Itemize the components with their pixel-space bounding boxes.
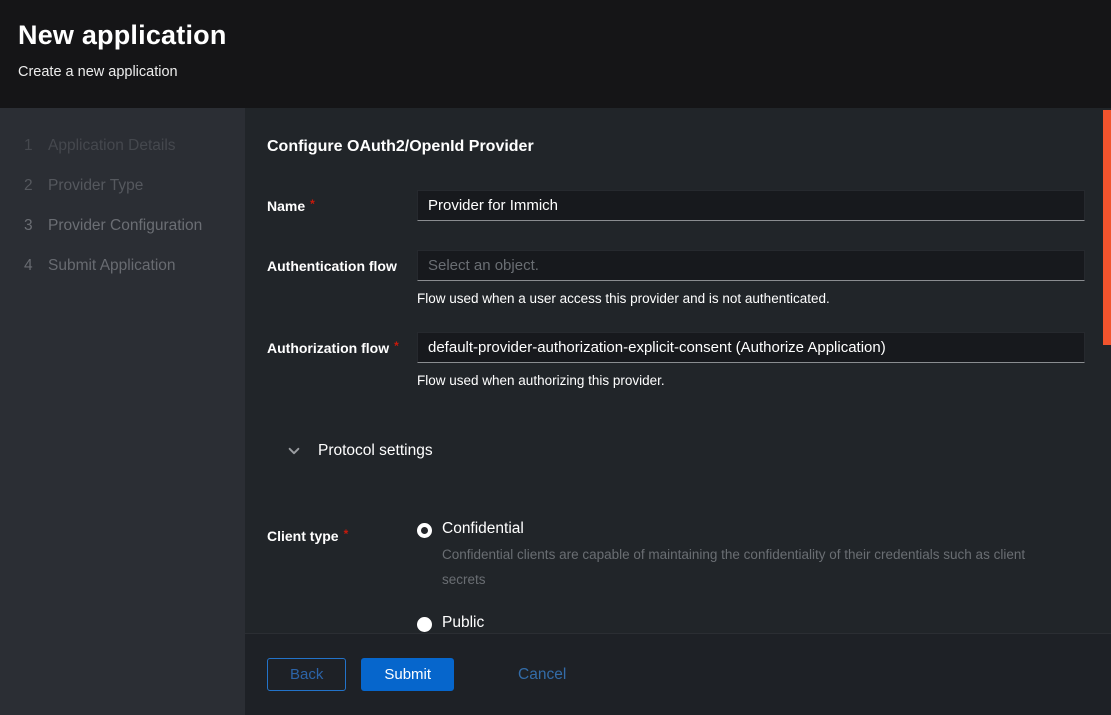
- authentication-flow-select[interactable]: [417, 250, 1085, 281]
- wizard-step-provider-configuration[interactable]: 3 Provider Configuration: [0, 206, 245, 246]
- step-label: Submit Application: [48, 257, 176, 275]
- scrollbar-thumb[interactable]: [1103, 110, 1111, 345]
- radio-confidential[interactable]: [417, 523, 432, 538]
- client-type-row: Client type* Confidential Confidential c…: [267, 520, 1085, 633]
- radio-public[interactable]: [417, 617, 432, 632]
- step-label: Provider Type: [48, 177, 143, 195]
- new-application-wizard: New application Create a new application…: [0, 0, 1111, 715]
- page-subtitle: Create a new application: [18, 64, 1093, 80]
- required-indicator: *: [310, 197, 315, 211]
- authorization-flow-select[interactable]: [417, 332, 1085, 363]
- client-type-option-public: Public Public clients are incapable of m…: [417, 614, 1085, 633]
- authorization-flow-help: Flow used when authorizing this provider…: [417, 373, 1085, 388]
- wizard-step-application-details[interactable]: 1 Application Details: [0, 126, 245, 166]
- page-header: New application Create a new application: [0, 0, 1111, 108]
- back-button[interactable]: Back: [267, 658, 346, 691]
- protocol-settings-toggle[interactable]: Protocol settings: [287, 442, 1085, 460]
- wizard-main: Configure OAuth2/OpenId Provider Name* A…: [245, 108, 1111, 715]
- wizard-step-provider-type[interactable]: 2 Provider Type: [0, 166, 245, 206]
- name-row: Name*: [267, 190, 1085, 221]
- step-number: 3: [24, 217, 48, 235]
- name-input[interactable]: [417, 190, 1085, 221]
- authorization-flow-label: Authorization flow*: [267, 332, 417, 357]
- radio-confidential-description: Confidential clients are capable of main…: [442, 543, 1030, 593]
- wizard-footer: Back Submit Cancel: [245, 633, 1111, 715]
- wizard-step-submit-application[interactable]: 4 Submit Application: [0, 246, 245, 286]
- chevron-down-icon: [287, 444, 301, 458]
- authentication-flow-label: Authentication flow: [267, 250, 417, 275]
- radio-public-label[interactable]: Public: [442, 614, 484, 631]
- name-label: Name*: [267, 190, 417, 215]
- cancel-link[interactable]: Cancel: [518, 666, 566, 684]
- submit-button[interactable]: Submit: [361, 658, 454, 691]
- wizard-body: 1 Application Details 2 Provider Type 3 …: [0, 108, 1111, 715]
- step-number: 4: [24, 257, 48, 275]
- page-title: New application: [18, 20, 1093, 51]
- provider-config-form: Configure OAuth2/OpenId Provider Name* A…: [245, 108, 1111, 633]
- client-type-label: Client type*: [267, 520, 417, 545]
- wizard-steps-sidebar: 1 Application Details 2 Provider Type 3 …: [0, 108, 245, 715]
- step-label: Provider Configuration: [48, 217, 202, 235]
- step-number: 1: [24, 137, 48, 155]
- step-label: Application Details: [48, 137, 176, 155]
- authorization-flow-row: Authorization flow* Flow used when autho…: [267, 332, 1085, 388]
- required-indicator: *: [394, 339, 399, 353]
- scrollbar-track[interactable]: [1103, 108, 1111, 715]
- required-indicator: *: [344, 527, 349, 541]
- protocol-settings-title: Protocol settings: [318, 442, 433, 460]
- client-type-option-confidential: Confidential Confidential clients are ca…: [417, 520, 1085, 593]
- step-number: 2: [24, 177, 48, 195]
- radio-confidential-label[interactable]: Confidential: [442, 520, 524, 537]
- form-heading: Configure OAuth2/OpenId Provider: [267, 138, 1085, 156]
- authentication-flow-row: Authentication flow Flow used when a use…: [267, 250, 1085, 306]
- authentication-flow-help: Flow used when a user access this provid…: [417, 291, 1085, 306]
